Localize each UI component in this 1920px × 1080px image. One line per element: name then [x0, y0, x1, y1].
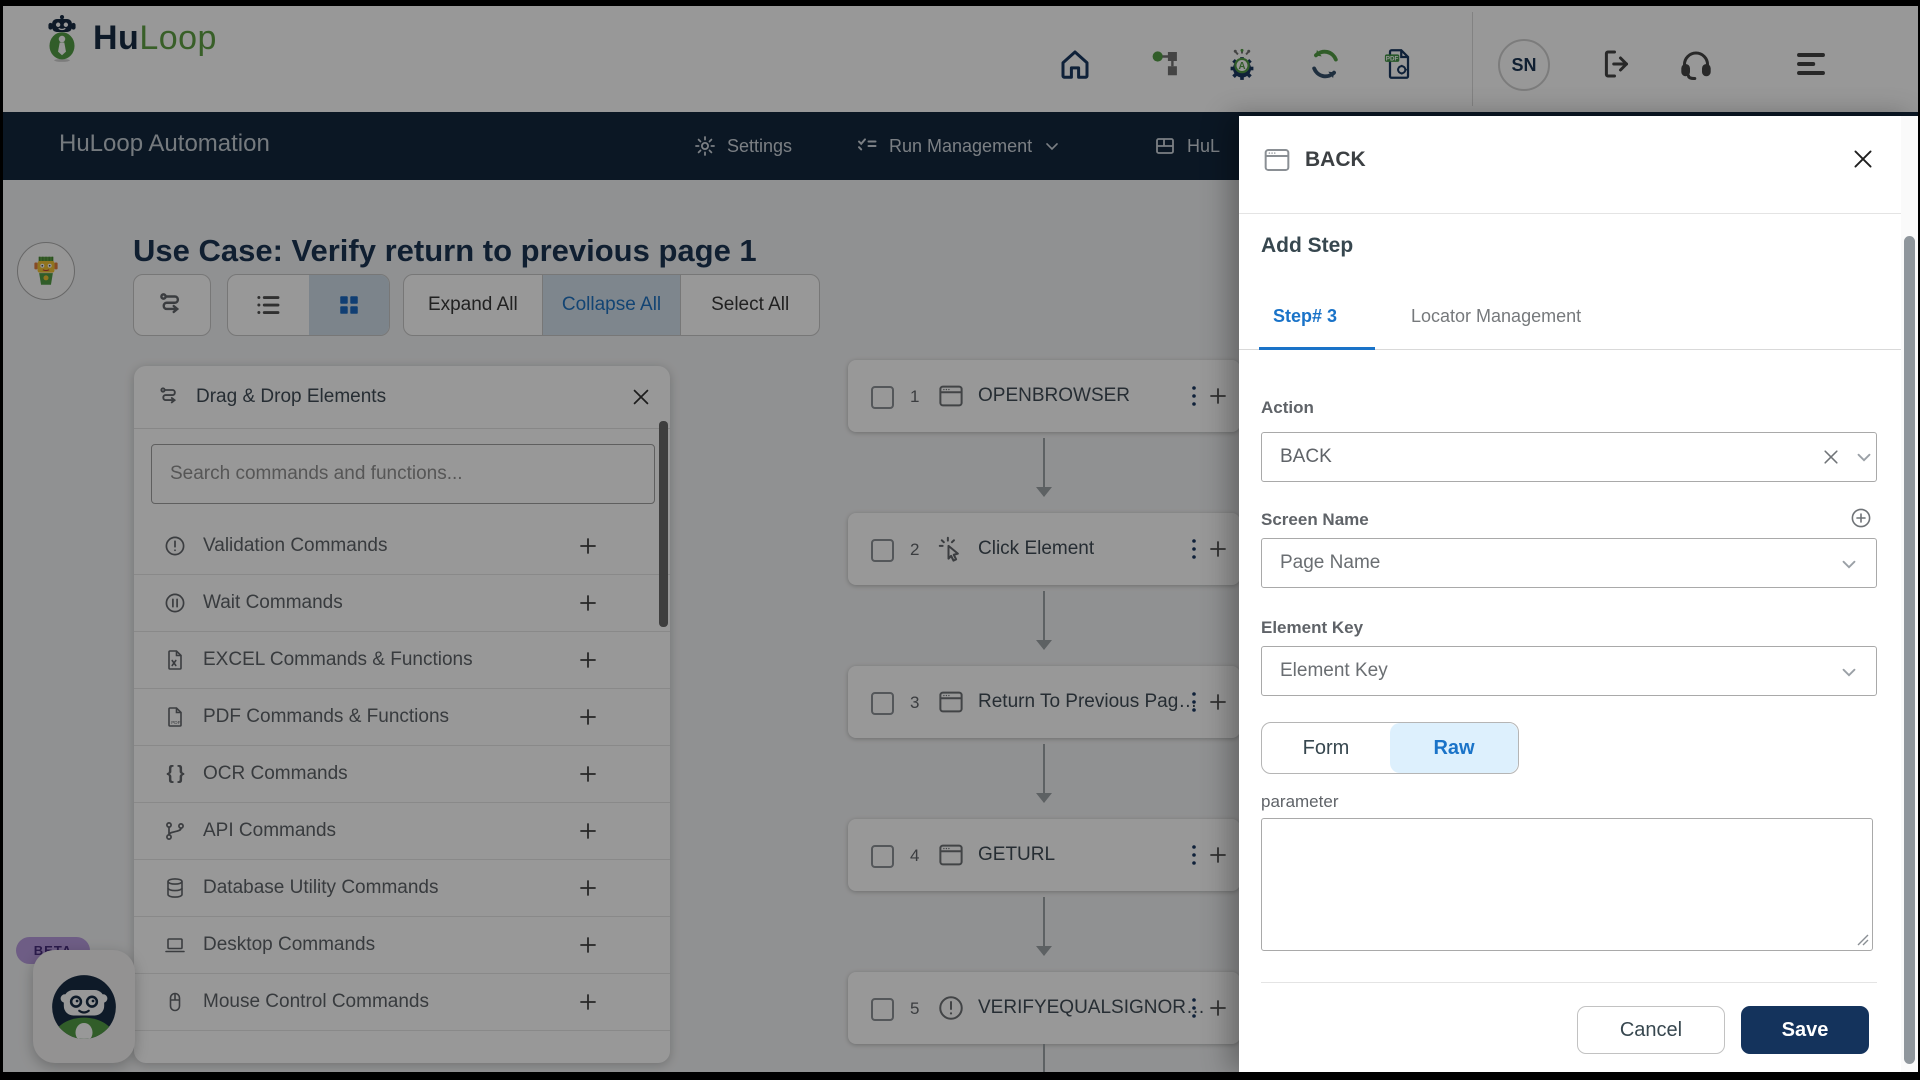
dialog-divider — [1239, 213, 1918, 214]
form-toggle-button[interactable]: Form — [1262, 723, 1390, 773]
add-screen-icon[interactable] — [1849, 506, 1873, 530]
dialog-footer-divider — [1261, 982, 1877, 983]
cancel-button[interactable]: Cancel — [1577, 1006, 1725, 1054]
parameter-textarea[interactable] — [1261, 818, 1873, 951]
parameter-label: parameter — [1261, 792, 1339, 811]
screenshot-frame: HuLoop A PDF SN HuLoop Automation Settin… — [0, 0, 1920, 1080]
resize-grip-icon[interactable] — [1855, 932, 1869, 946]
element-key-placeholder: Element Key — [1280, 660, 1388, 681]
screen-name-label: Screen Name — [1261, 510, 1369, 529]
element-key-select[interactable]: Element Key — [1261, 646, 1877, 696]
active-tab-indicator — [1259, 347, 1375, 350]
close-icon[interactable] — [1850, 146, 1876, 172]
add-step-dialog: BACK Add Step Step# 3 Locator Management… — [1239, 116, 1918, 1072]
save-button[interactable]: Save — [1741, 1006, 1869, 1054]
tab-locator-management[interactable]: Locator Management — [1411, 306, 1581, 327]
screen-name-placeholder: Page Name — [1280, 552, 1381, 573]
app-screen: HuLoop A PDF SN HuLoop Automation Settin… — [3, 6, 1918, 1072]
chevron-down-icon — [1838, 553, 1860, 575]
chevron-down-icon[interactable] — [1853, 446, 1875, 468]
action-label: Action — [1261, 398, 1314, 417]
raw-toggle-button[interactable]: Raw — [1390, 723, 1518, 773]
tab-step-3[interactable]: Step# 3 — [1273, 306, 1337, 327]
dialog-subtitle: Add Step — [1261, 234, 1354, 257]
dialog-scrollbar[interactable] — [1901, 116, 1918, 1072]
element-key-label: Element Key — [1261, 618, 1364, 637]
browser-window-icon — [1261, 144, 1293, 176]
clear-icon[interactable] — [1821, 447, 1841, 467]
action-select[interactable] — [1261, 432, 1877, 482]
chevron-down-icon — [1838, 661, 1860, 683]
screen-name-select[interactable]: Page Name — [1261, 538, 1877, 588]
dialog-title: BACK — [1305, 148, 1366, 171]
form-raw-toggle: Form Raw — [1261, 722, 1519, 774]
dialog-scrollbar-thumb[interactable] — [1904, 236, 1915, 1064]
